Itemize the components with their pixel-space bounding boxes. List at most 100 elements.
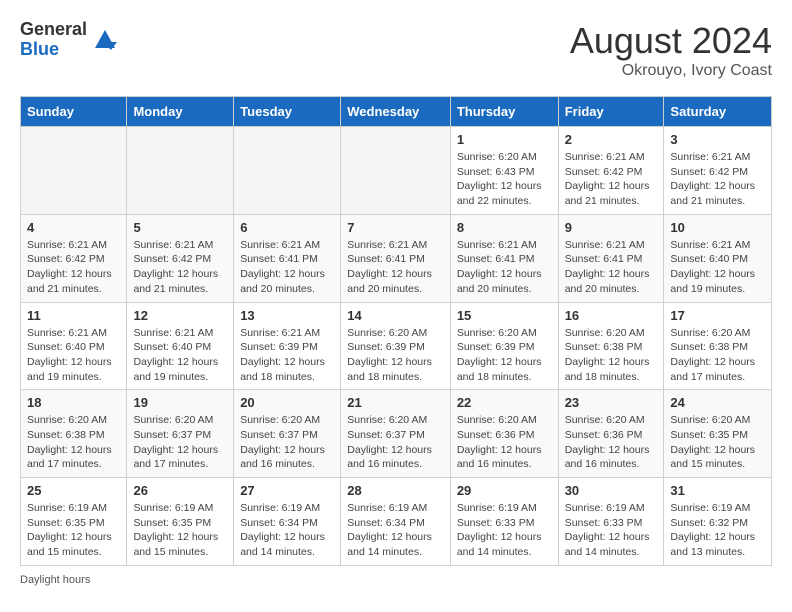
day-info: Sunrise: 6:19 AM Sunset: 6:33 PM Dayligh…: [457, 501, 552, 560]
day-number: 13: [240, 308, 334, 323]
day-number: 8: [457, 220, 552, 235]
day-of-week-header: Tuesday: [234, 97, 341, 127]
calendar-cell: 24Sunrise: 6:20 AM Sunset: 6:35 PM Dayli…: [664, 390, 772, 478]
page-header: General Blue August 2024 Okrouyo, Ivory …: [20, 20, 772, 80]
logo: General Blue: [20, 20, 119, 60]
day-info: Sunrise: 6:19 AM Sunset: 6:34 PM Dayligh…: [240, 501, 334, 560]
calendar-cell: 12 Sunrise: 6:21 AM Sunset: 6:40 PM Dayli…: [127, 302, 234, 390]
day-number: 16: [565, 308, 658, 323]
day-number: 21: [347, 395, 444, 410]
day-number: 17: [670, 308, 765, 323]
calendar-cell: 13 Sunrise: 6:21 AM Sunset: 6:39 PM Dayli…: [234, 302, 341, 390]
calendar-cell: 8Sunrise: 6:21 AM Sunset: 6:41 PM Daylig…: [450, 214, 558, 302]
day-of-week-header: Thursday: [450, 97, 558, 127]
day-info: Sunrise: 6:21 AM Sunset: 6:42 PM Dayligh…: [565, 150, 658, 209]
calendar-cell: 15Sunrise: 6:20 AM Sunset: 6:39 PM Dayli…: [450, 302, 558, 390]
day-info: Sunrise: 6:21 AM Sunset: 6:41 PM Dayligh…: [347, 238, 444, 297]
day-info: Sunrise: 6:19 AM Sunset: 6:33 PM Dayligh…: [565, 501, 658, 560]
calendar-cell: 1 Sunrise: 6:20 AM Sunset: 6:43 PM Daylig…: [450, 127, 558, 215]
day-info: Sunrise: 6:19 AM Sunset: 6:32 PM Dayligh…: [670, 501, 765, 560]
calendar-cell: [21, 127, 127, 215]
day-info: Sunrise: 6:21 AM Sunset: 6:41 PM Dayligh…: [565, 238, 658, 297]
day-number: 29: [457, 483, 552, 498]
day-number: 31: [670, 483, 765, 498]
day-info: Sunrise: 6:20 AM Sunset: 6:35 PM Dayligh…: [670, 413, 765, 472]
title-block: August 2024 Okrouyo, Ivory Coast: [570, 20, 772, 80]
calendar-header-row: SundayMondayTuesdayWednesdayThursdayFrid…: [21, 97, 772, 127]
calendar-cell: 2Sunrise: 6:21 AM Sunset: 6:42 PM Daylig…: [558, 127, 664, 215]
footer: Daylight hours: [20, 574, 772, 586]
day-of-week-header: Friday: [558, 97, 664, 127]
day-number: 5: [133, 220, 227, 235]
day-info: Sunrise: 6:20 AM Sunset: 6:37 PM Dayligh…: [240, 413, 334, 472]
calendar-cell: 19Sunrise: 6:20 AM Sunset: 6:37 PM Dayli…: [127, 390, 234, 478]
day-number: 26: [133, 483, 227, 498]
day-info: Sunrise: 6:19 AM Sunset: 6:35 PM Dayligh…: [133, 501, 227, 560]
calendar-cell: 14Sunrise: 6:20 AM Sunset: 6:39 PM Dayli…: [341, 302, 451, 390]
calendar-week-row: 4 Sunrise: 6:21 AM Sunset: 6:42 PM Daylig…: [21, 214, 772, 302]
calendar-cell: 21 Sunrise: 6:20 AM Sunset: 6:37 PM Dayli…: [341, 390, 451, 478]
day-number: 30: [565, 483, 658, 498]
calendar-table: SundayMondayTuesdayWednesdayThursdayFrid…: [20, 96, 772, 566]
day-info: Sunrise: 6:20 AM Sunset: 6:43 PM Dayligh…: [457, 150, 552, 209]
day-info: Sunrise: 6:20 AM Sunset: 6:36 PM Dayligh…: [457, 413, 552, 472]
day-number: 22: [457, 395, 552, 410]
day-info: Sunrise: 6:20 AM Sunset: 6:39 PM Dayligh…: [347, 326, 444, 385]
day-of-week-header: Saturday: [664, 97, 772, 127]
calendar-cell: 28 Sunrise: 6:19 AM Sunset: 6:34 PM Dayli…: [341, 478, 451, 566]
day-info: Sunrise: 6:20 AM Sunset: 6:36 PM Dayligh…: [565, 413, 658, 472]
day-number: 20: [240, 395, 334, 410]
calendar-cell: 17Sunrise: 6:20 AM Sunset: 6:38 PM Dayli…: [664, 302, 772, 390]
calendar-cell: 30 Sunrise: 6:19 AM Sunset: 6:33 PM Dayli…: [558, 478, 664, 566]
day-number: 25: [27, 483, 120, 498]
day-info: Sunrise: 6:21 AM Sunset: 6:39 PM Dayligh…: [240, 326, 334, 385]
day-of-week-header: Monday: [127, 97, 234, 127]
calendar-cell: 18 Sunrise: 6:20 AM Sunset: 6:38 PM Dayli…: [21, 390, 127, 478]
calendar-cell: 20 Sunrise: 6:20 AM Sunset: 6:37 PM Dayli…: [234, 390, 341, 478]
day-number: 28: [347, 483, 444, 498]
calendar-week-row: 18 Sunrise: 6:20 AM Sunset: 6:38 PM Dayli…: [21, 390, 772, 478]
calendar-title: August 2024: [570, 20, 772, 62]
day-info: Sunrise: 6:21 AM Sunset: 6:40 PM Dayligh…: [133, 326, 227, 385]
calendar-cell: 26 Sunrise: 6:19 AM Sunset: 6:35 PM Dayli…: [127, 478, 234, 566]
day-info: Sunrise: 6:20 AM Sunset: 6:39 PM Dayligh…: [457, 326, 552, 385]
day-info: Sunrise: 6:21 AM Sunset: 6:42 PM Dayligh…: [27, 238, 120, 297]
day-of-week-header: Wednesday: [341, 97, 451, 127]
day-info: Sunrise: 6:19 AM Sunset: 6:34 PM Dayligh…: [347, 501, 444, 560]
day-number: 4: [27, 220, 120, 235]
calendar-cell: 4 Sunrise: 6:21 AM Sunset: 6:42 PM Daylig…: [21, 214, 127, 302]
calendar-cell: [234, 127, 341, 215]
day-info: Sunrise: 6:20 AM Sunset: 6:38 PM Dayligh…: [27, 413, 120, 472]
day-info: Sunrise: 6:21 AM Sunset: 6:42 PM Dayligh…: [133, 238, 227, 297]
calendar-cell: 11 Sunrise: 6:21 AM Sunset: 6:40 PM Dayli…: [21, 302, 127, 390]
logo-blue: Blue: [20, 40, 87, 60]
calendar-week-row: 25 Sunrise: 6:19 AM Sunset: 6:35 PM Dayli…: [21, 478, 772, 566]
day-number: 23: [565, 395, 658, 410]
logo-icon: [91, 26, 119, 54]
calendar-cell: 31 Sunrise: 6:19 AM Sunset: 6:32 PM Dayli…: [664, 478, 772, 566]
calendar-cell: 29 Sunrise: 6:19 AM Sunset: 6:33 PM Dayli…: [450, 478, 558, 566]
calendar-cell: [127, 127, 234, 215]
day-info: Sunrise: 6:20 AM Sunset: 6:37 PM Dayligh…: [133, 413, 227, 472]
day-info: Sunrise: 6:21 AM Sunset: 6:40 PM Dayligh…: [27, 326, 120, 385]
day-number: 10: [670, 220, 765, 235]
calendar-cell: 3Sunrise: 6:21 AM Sunset: 6:42 PM Daylig…: [664, 127, 772, 215]
logo-text: General Blue: [20, 20, 87, 60]
day-number: 1: [457, 132, 552, 147]
day-info: Sunrise: 6:21 AM Sunset: 6:40 PM Dayligh…: [670, 238, 765, 297]
calendar-cell: 27 Sunrise: 6:19 AM Sunset: 6:34 PM Dayli…: [234, 478, 341, 566]
day-number: 18: [27, 395, 120, 410]
calendar-subtitle: Okrouyo, Ivory Coast: [570, 62, 772, 80]
day-number: 11: [27, 308, 120, 323]
day-info: Sunrise: 6:20 AM Sunset: 6:38 PM Dayligh…: [565, 326, 658, 385]
calendar-cell: 16 Sunrise: 6:20 AM Sunset: 6:38 PM Dayli…: [558, 302, 664, 390]
calendar-cell: 25Sunrise: 6:19 AM Sunset: 6:35 PM Dayli…: [21, 478, 127, 566]
daylight-label: Daylight hours: [20, 574, 90, 586]
day-info: Sunrise: 6:20 AM Sunset: 6:37 PM Dayligh…: [347, 413, 444, 472]
day-number: 27: [240, 483, 334, 498]
calendar-cell: 23 Sunrise: 6:20 AM Sunset: 6:36 PM Dayli…: [558, 390, 664, 478]
day-number: 12: [133, 308, 227, 323]
calendar-week-row: 1 Sunrise: 6:20 AM Sunset: 6:43 PM Daylig…: [21, 127, 772, 215]
day-of-week-header: Sunday: [21, 97, 127, 127]
calendar-cell: 9Sunrise: 6:21 AM Sunset: 6:41 PM Daylig…: [558, 214, 664, 302]
